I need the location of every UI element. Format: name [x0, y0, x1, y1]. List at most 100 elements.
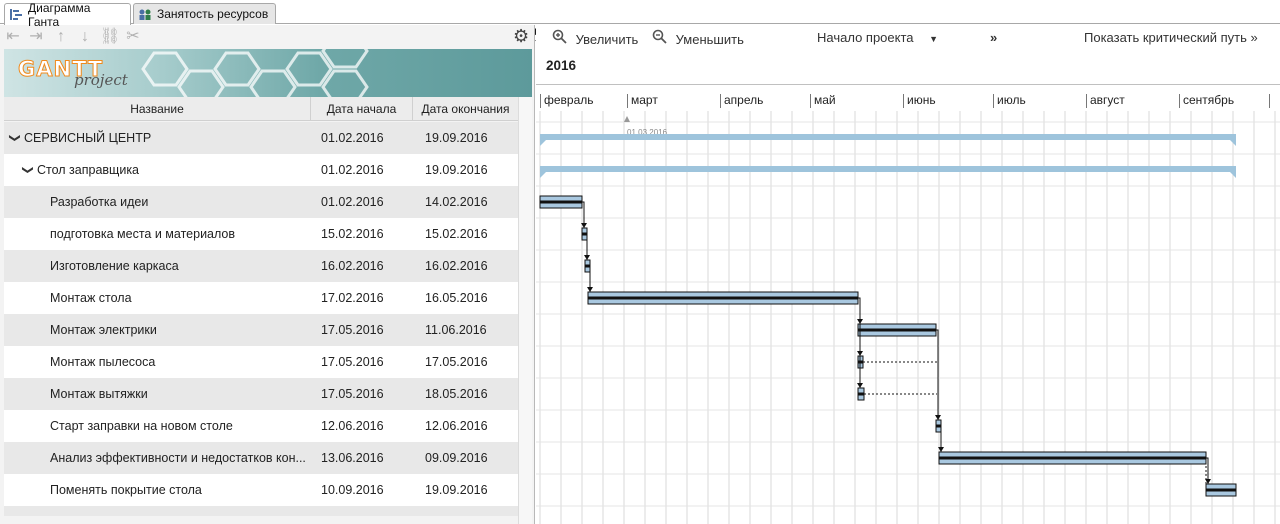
column-header-end[interactable]: Дата окончания — [413, 97, 518, 121]
task-name-cell[interactable]: ❯ СЕРВИСНЫЙ ЦЕНТР — [4, 122, 311, 154]
month-label: июль — [993, 94, 1026, 108]
task-end-date[interactable]: 19.09.2016 — [413, 163, 518, 177]
task-rows: ❯ СЕРВИСНЫЙ ЦЕНТР 01.02.2016 19.09.2016 ❯ Сто… — [4, 122, 518, 516]
task-name-cell[interactable]: Монтаж пылесоса — [4, 346, 311, 378]
task-end-date[interactable]: 11.06.2016 — [413, 323, 518, 337]
outdent-icon[interactable]: ⇤ — [4, 28, 22, 46]
dependency-arrowhead — [857, 383, 863, 388]
gantt-logo-sub: project — [74, 71, 128, 89]
column-header-name[interactable]: Название — [4, 97, 311, 121]
move-down-icon[interactable]: ↓ — [76, 28, 94, 46]
task-name-cell[interactable]: ❯ Стол заправщика — [4, 154, 311, 186]
task-start-date[interactable]: 01.02.2016 — [311, 195, 413, 209]
task-name-cell[interactable]: Разработка идеи — [4, 186, 311, 218]
task-end-date[interactable]: 19.09.2016 — [413, 483, 518, 497]
task-name: подготовка места и материалов — [50, 227, 236, 241]
task-name-cell[interactable]: Старт заправки на новом столе — [4, 410, 311, 442]
today-marker — [624, 116, 630, 122]
task-end-date[interactable]: 09.09.2016 — [413, 451, 518, 465]
timeline-year: 2016 — [546, 58, 577, 73]
task-end-date[interactable]: 16.02.2016 — [413, 259, 518, 273]
task-end-date[interactable]: 18.05.2016 — [413, 387, 518, 401]
task-start-date[interactable]: 01.02.2016 — [311, 163, 413, 177]
task-name-cell[interactable]: Поменять покрытие стола — [4, 474, 311, 506]
zoom-out-label: Уменьшить — [675, 32, 744, 47]
gear-icon[interactable]: ⚙ — [513, 27, 531, 45]
column-header-start[interactable]: Дата начала — [311, 97, 413, 121]
task-start-date[interactable]: 17.05.2016 — [311, 355, 413, 369]
month-label: март — [627, 94, 658, 108]
zoom-in-button[interactable]: Увеличить — [552, 29, 638, 47]
gantt-icon — [9, 8, 23, 21]
link-icon[interactable]: ⛓ — [100, 28, 120, 46]
task-name-cell[interactable]: Анализ эффективности и недостатков кон..… — [4, 442, 311, 474]
task-end-date[interactable]: 12.06.2016 — [413, 419, 518, 433]
task-end-date[interactable]: 14.02.2016 — [413, 195, 518, 209]
task-end-date[interactable]: 19.09.2016 — [413, 131, 518, 145]
table-row[interactable]: ❯ СЕРВИСНЫЙ ЦЕНТР 01.02.2016 19.09.2016 — [4, 122, 518, 154]
table-row[interactable]: Монтаж стола 17.02.2016 16.05.2016 — [4, 282, 518, 314]
forward-button[interactable]: » — [990, 29, 997, 47]
tab-gantt-label: Диаграмма Ганта — [28, 0, 91, 29]
table-row[interactable]: Изготовление каркаса 16.02.2016 16.02.2016 — [4, 250, 518, 282]
task-table-panel: ⇤ ⇥ ↑ ↓ ⛓ ✂ ⚙ GANTT project Название Дат… — [0, 25, 535, 524]
task-name-cell[interactable]: Монтаж электрики — [4, 314, 311, 346]
gantt-project-banner: GANTT project — [4, 49, 532, 97]
task-start-date[interactable]: 17.05.2016 — [311, 323, 413, 337]
indent-icon[interactable]: ⇥ — [27, 28, 45, 46]
project-start-label: Начало проекта — [817, 30, 914, 45]
task-name: Монтаж электрики — [50, 323, 157, 337]
task-end-date[interactable]: 16.05.2016 — [413, 291, 518, 305]
task-name: Анализ эффективности и недостатков кон..… — [50, 451, 306, 465]
task-start-date[interactable]: 17.05.2016 — [311, 387, 413, 401]
task-name: Изготовление каркаса — [50, 259, 179, 273]
task-start-date[interactable]: 12.06.2016 — [311, 419, 413, 433]
table-row[interactable]: Старт заправки на новом столе 12.06.2016 1… — [4, 410, 518, 442]
month-label: февраль — [540, 94, 594, 108]
timeline-divider — [536, 84, 1280, 85]
summary-bar — [540, 134, 1236, 140]
task-start-date[interactable]: 16.02.2016 — [311, 259, 413, 273]
task-name: СЕРВИСНЫЙ ЦЕНТР — [24, 131, 152, 145]
task-name-cell[interactable]: подготовка места и материалов — [4, 218, 311, 250]
task-start-date[interactable]: 13.06.2016 — [311, 451, 413, 465]
gantt-chart-area[interactable]: 01.03.2016 — [536, 111, 1280, 524]
table-row[interactable]: Поменять покрытие стола 10.09.2016 19.09.2… — [4, 474, 518, 506]
table-row[interactable]: подготовка места и материалов 15.02.2016 1… — [4, 218, 518, 250]
move-up-icon[interactable]: ↑ — [52, 28, 70, 46]
unlink-icon[interactable]: ✂ — [124, 28, 142, 46]
critical-path-button[interactable]: Показать критический путь » — [1084, 29, 1258, 47]
task-name: Монтаж вытяжки — [50, 387, 148, 401]
table-row[interactable]: ❯ Стол заправщика 01.02.2016 19.09.2016 — [4, 154, 518, 186]
zoom-out-button[interactable]: Уменьшить — [652, 29, 744, 47]
tab-resource-label: Занятость ресурсов — [157, 7, 269, 21]
tab-gantt-chart[interactable]: Диаграмма Ганта — [4, 1, 131, 29]
task-start-date[interactable]: 10.09.2016 — [311, 483, 413, 497]
dependency-arrowhead — [587, 287, 593, 292]
task-name: Старт заправки на новом столе — [50, 419, 233, 433]
task-name: Монтаж стола — [50, 291, 132, 305]
table-row[interactable]: Анализ эффективности и недостатков кон..… — [4, 442, 518, 474]
task-name-cell[interactable]: Изготовление каркаса — [4, 250, 311, 282]
task-start-date[interactable]: 17.02.2016 — [311, 291, 413, 305]
summary-bar — [540, 166, 1236, 172]
task-name: Монтаж пылесоса — [50, 355, 156, 369]
table-row[interactable]: Монтаж пылесоса 17.05.2016 17.05.2016 — [4, 346, 518, 378]
project-start-dropdown[interactable]: Начало проекта ▼ — [817, 29, 938, 47]
tab-resource-load[interactable]: Занятость ресурсов — [133, 3, 276, 24]
task-name-cell[interactable]: Монтаж вытяжки — [4, 378, 311, 410]
task-start-date[interactable]: 15.02.2016 — [311, 227, 413, 241]
table-row[interactable]: Разработка идеи 01.02.2016 14.02.2016 — [4, 186, 518, 218]
vertical-scrollbar[interactable] — [518, 97, 532, 524]
month-label: сентябрь — [1179, 94, 1234, 108]
task-end-date[interactable]: 15.02.2016 — [413, 227, 518, 241]
tab-bar: Диаграмма Ганта Занятость ресурсов — [0, 0, 1280, 29]
task-start-date[interactable]: 01.02.2016 — [311, 131, 413, 145]
table-header: Название Дата начала Дата окончания — [4, 97, 518, 121]
gantt-chart-panel: Увеличить Уменьшить Начало проекта ▼ » П… — [536, 25, 1280, 524]
task-end-date[interactable]: 17.05.2016 — [413, 355, 518, 369]
table-row[interactable]: Монтаж вытяжки 17.05.2016 18.05.2016 — [4, 378, 518, 410]
task-name-cell[interactable]: Монтаж стола — [4, 282, 311, 314]
table-row[interactable]: Монтаж электрики 17.05.2016 11.06.2016 — [4, 314, 518, 346]
month-label-clipped — [1269, 94, 1273, 108]
